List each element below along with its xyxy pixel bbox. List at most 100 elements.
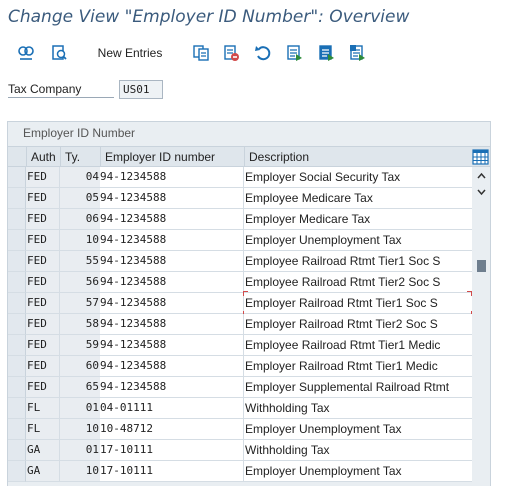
cell-auth[interactable]: FED: [26, 314, 60, 335]
cell-description[interactable]: Employer Social Security Tax: [244, 167, 472, 188]
cell-employer-id[interactable]: 10-48712: [100, 419, 244, 440]
delete-button[interactable]: [219, 39, 243, 67]
cell-type[interactable]: 58: [60, 314, 100, 335]
cell-employer-id[interactable]: 94-1234588: [100, 167, 244, 188]
cell-type[interactable]: 10: [60, 461, 100, 482]
deselect-all-button[interactable]: [346, 39, 370, 67]
cell-employer-id[interactable]: 94-1234588: [100, 293, 244, 314]
row-selector[interactable]: [8, 293, 26, 314]
row-selector[interactable]: [8, 314, 26, 335]
row-selector[interactable]: [8, 272, 26, 293]
cell-type[interactable]: 10: [60, 419, 100, 440]
cell-employer-id[interactable]: 04-01111: [100, 398, 244, 419]
cell-description[interactable]: Employer Unemployment Tax: [244, 461, 472, 482]
cell-auth[interactable]: FED: [26, 272, 60, 293]
cell-description[interactable]: Employer Unemployment Tax: [244, 419, 472, 440]
cell-type[interactable]: 05: [60, 188, 100, 209]
select-block-button[interactable]: [315, 39, 339, 67]
details-button[interactable]: [46, 39, 72, 67]
cell-type[interactable]: 10: [60, 230, 100, 251]
row-selector[interactable]: [8, 419, 26, 440]
cell-auth[interactable]: GA: [26, 461, 60, 482]
cell-type[interactable]: 59: [60, 335, 100, 356]
row-selector[interactable]: [8, 335, 26, 356]
undo-button[interactable]: [251, 39, 275, 67]
cell-auth[interactable]: FL: [26, 398, 60, 419]
cell-auth[interactable]: FED: [26, 335, 60, 356]
cell-employer-id[interactable]: 94-1234588: [100, 272, 244, 293]
column-header-type[interactable]: Ty.: [60, 147, 100, 167]
cell-type[interactable]: 06: [60, 209, 100, 230]
scrollbar-thumb[interactable]: [477, 260, 486, 272]
cell-type[interactable]: 01: [60, 440, 100, 461]
column-header-description[interactable]: Description: [244, 147, 472, 167]
cell-auth[interactable]: FED: [26, 188, 60, 209]
cell-description[interactable]: Withholding Tax: [244, 440, 472, 461]
tax-company-value[interactable]: US01: [119, 80, 163, 99]
cell-employer-id[interactable]: 17-10111: [100, 461, 244, 482]
cell-description[interactable]: Employer Railroad Rtmt Tier1 Medic: [244, 356, 472, 377]
cell-description[interactable]: Employer Railroad Rtmt Tier1 Soc S: [244, 293, 472, 314]
scroll-up-icon[interactable]: [475, 169, 488, 183]
row-selector[interactable]: [8, 188, 26, 209]
cell-auth[interactable]: FED: [26, 356, 60, 377]
row-selector[interactable]: [8, 209, 26, 230]
cell-employer-id[interactable]: 94-1234588: [100, 377, 244, 398]
cell-description[interactable]: Employee Medicare Tax: [244, 188, 472, 209]
cell-type[interactable]: 65: [60, 377, 100, 398]
cell-auth[interactable]: FED: [26, 209, 60, 230]
cell-employer-id[interactable]: 94-1234588: [100, 230, 244, 251]
cell-employer-id[interactable]: 94-1234588: [100, 251, 244, 272]
focus-corner-marker: [243, 291, 248, 296]
cell-auth[interactable]: FL: [26, 419, 60, 440]
vertical-scrollbar[interactable]: [473, 167, 490, 486]
cell-type[interactable]: 60: [60, 356, 100, 377]
row-selector[interactable]: [8, 167, 26, 188]
table-row: FL 01 04-01111 Withholding Tax: [8, 398, 490, 419]
cell-description[interactable]: Withholding Tax: [244, 398, 472, 419]
cell-employer-id[interactable]: 94-1234588: [100, 335, 244, 356]
cell-description[interactable]: Employer Supplemental Railroad Rtmt: [244, 377, 472, 398]
cell-type[interactable]: 55: [60, 251, 100, 272]
display-change-button[interactable]: [13, 39, 39, 67]
cell-employer-id[interactable]: 17-10111: [100, 440, 244, 461]
row-selector[interactable]: [8, 230, 26, 251]
row-selector[interactable]: [8, 440, 26, 461]
column-header-employer-id[interactable]: Employer ID number: [100, 147, 244, 167]
row-selector[interactable]: [8, 251, 26, 272]
cell-type[interactable]: 56: [60, 272, 100, 293]
cell-auth[interactable]: FED: [26, 293, 60, 314]
row-selector[interactable]: [8, 356, 26, 377]
cell-employer-id[interactable]: 94-1234588: [100, 188, 244, 209]
select-all-button[interactable]: [283, 39, 307, 67]
new-entries-button[interactable]: New Entries: [92, 39, 168, 67]
cell-type[interactable]: 57: [60, 293, 100, 314]
cell-auth[interactable]: FED: [26, 377, 60, 398]
cell-description[interactable]: Employer Unemployment Tax: [244, 230, 472, 251]
cell-employer-id[interactable]: 94-1234588: [100, 356, 244, 377]
row-selector[interactable]: [8, 461, 26, 482]
cell-employer-id[interactable]: 94-1234588: [100, 209, 244, 230]
cell-description[interactable]: Employee Railroad Rtmt Tier1 Soc S: [244, 251, 472, 272]
row-selector[interactable]: [8, 398, 26, 419]
panel-title: Employer ID Number: [23, 126, 136, 140]
copy-as-button[interactable]: [189, 39, 213, 67]
cell-description[interactable]: Employee Railroad Rtmt Tier2 Soc S: [244, 272, 472, 293]
scroll-down-icon[interactable]: [475, 185, 488, 199]
cell-auth[interactable]: FED: [26, 251, 60, 272]
cell-auth[interactable]: GA: [26, 440, 60, 461]
table-row: FED 55 94-1234588 Employee Railroad Rtmt Ti…: [8, 251, 490, 272]
table-row: FED 57 94-1234588 Employer Railroad Rtmt Ti…: [8, 291, 490, 316]
table-settings-button[interactable]: [472, 149, 489, 165]
row-selector[interactable]: [8, 377, 26, 398]
table-row: FED 56 94-1234588 Employee Railroad Rtmt Ti…: [8, 272, 490, 293]
cell-description[interactable]: Employer Railroad Rtmt Tier2 Soc S: [244, 314, 472, 335]
column-header-auth[interactable]: Auth: [26, 147, 60, 167]
cell-type[interactable]: 01: [60, 398, 100, 419]
cell-type[interactable]: 04: [60, 167, 100, 188]
cell-description[interactable]: Employee Railroad Rtmt Tier1 Medic: [244, 335, 472, 356]
cell-employer-id[interactable]: 94-1234588: [100, 314, 244, 335]
cell-auth[interactable]: FED: [26, 230, 60, 251]
cell-description[interactable]: Employer Medicare Tax: [244, 209, 472, 230]
cell-auth[interactable]: FED: [26, 167, 60, 188]
